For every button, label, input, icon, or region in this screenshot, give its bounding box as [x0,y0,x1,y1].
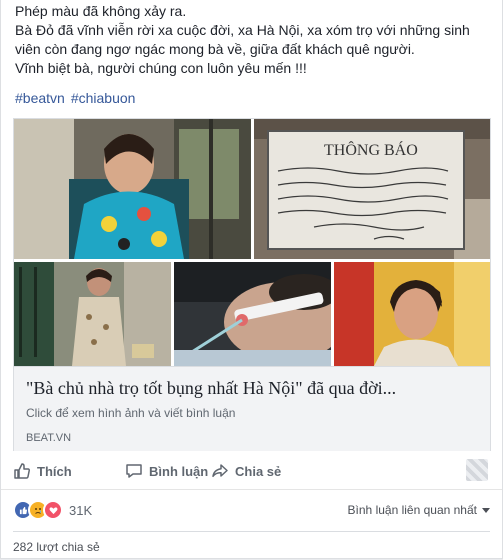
comment-label: Bình luận [149,463,209,479]
post-line: Bà Đỏ đã vĩnh viễn rời xa cuộc đời, xa H… [15,22,470,38]
link-title[interactable]: "Bà chủ nhà trọ tốt bụng nhất Hà Nội" đã… [26,377,396,399]
svg-text:THÔNG BÁO: THÔNG BÁO [324,140,418,159]
action-bar: Thích Bình luận Chia sẻ [1,453,502,490]
love-reaction-icon [43,500,63,520]
post-line: Vĩnh biệt bà, người chúng con luôn yêu m… [15,60,307,76]
reactions-summary[interactable]: 31K [13,498,92,522]
thumbs-up-icon [14,463,30,479]
post-line: Phép màu đã không xảy ra. [15,3,187,19]
woman-smiling-photo[interactable] [14,119,251,259]
comment-icon [126,464,142,478]
share-count[interactable]: 282 lượt chia sẻ [13,540,100,554]
woman-cooking-photo[interactable] [14,262,171,366]
caret-down-icon [482,507,490,513]
hashtag-link[interactable]: #chiabuon [71,90,136,106]
comment-button[interactable]: Bình luận [125,453,208,489]
link-domain: BEAT.VN [26,432,72,444]
sort-label: Bình luận liên quan nhất [347,503,477,517]
woman-portrait-photo[interactable] [334,262,490,366]
like-button[interactable]: Thích [13,453,72,489]
notice-board-photo[interactable]: THÔNG BÁO [254,119,490,259]
post-card: Phép màu đã không xảy ra. Bà Đỏ đã vĩnh … [0,0,503,559]
link-preview-card[interactable]: THÔNG BÁO "Bà chủ nhà trọ tốt bụng nhất … [13,118,491,451]
comment-sort-dropdown[interactable]: Bình luận liên quan nhất [348,503,490,517]
hashtags: #beatvn #chiabuon [15,89,141,108]
share-arrow-icon [212,464,228,478]
avatar[interactable] [466,459,488,481]
link-info[interactable]: "Bà chủ nhà trọ tốt bụng nhất Hà Nội" đã… [14,366,490,451]
hospital-patient-photo[interactable] [174,262,331,366]
post-line: viên còn đang ngơ ngác mong bà về, giữa … [15,41,415,57]
reaction-count[interactable]: 31K [69,503,92,518]
like-label: Thích [37,463,72,479]
share-label: Chia sẻ [235,463,282,479]
post-text: Phép màu đã không xảy ra. Bà Đỏ đã vĩnh … [15,2,495,78]
hashtag-link[interactable]: #beatvn [15,90,65,106]
share-button[interactable]: Chia sẻ [211,453,281,489]
link-description: Click để xem hình ảnh và viết bình luận [26,406,236,420]
divider [13,531,490,532]
